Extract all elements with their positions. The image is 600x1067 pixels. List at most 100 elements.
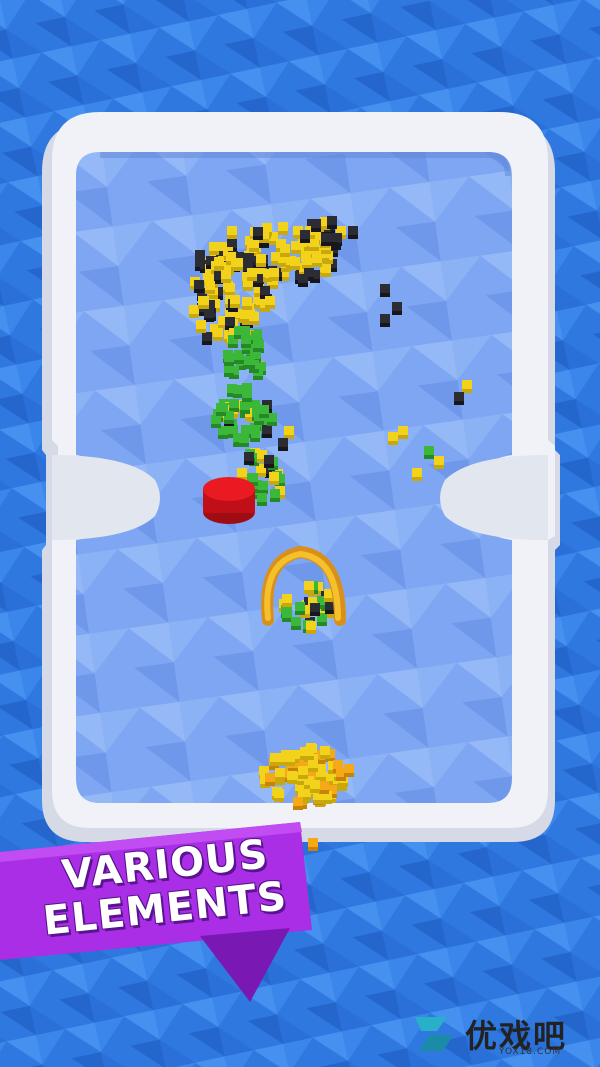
- cube-top: [280, 244, 290, 253]
- cube-top: [274, 789, 284, 798]
- cube-top: [202, 332, 212, 341]
- cube-top: [227, 226, 237, 235]
- cube-top: [216, 403, 226, 412]
- cube-top: [189, 305, 199, 314]
- cube-top: [214, 257, 224, 266]
- cube-top: [249, 239, 259, 248]
- cube-top: [229, 399, 239, 408]
- cube-top: [241, 425, 251, 434]
- cube-top: [392, 302, 402, 311]
- cube-top: [295, 602, 305, 611]
- cube-top: [265, 773, 275, 782]
- cube-top: [304, 747, 314, 756]
- cube-top: [204, 309, 214, 318]
- cube-top: [241, 335, 251, 344]
- cube-top: [270, 753, 280, 762]
- cube-top: [380, 284, 390, 293]
- cube-top: [327, 216, 337, 225]
- cube-top: [245, 356, 255, 365]
- cube-top: [380, 314, 390, 323]
- cube-top: [194, 280, 204, 289]
- cube-top: [310, 603, 320, 612]
- cube-top: [237, 468, 247, 477]
- cube-top: [308, 838, 318, 847]
- cube-top: [209, 242, 219, 251]
- cube-top: [265, 296, 275, 305]
- cube-top: [247, 268, 257, 277]
- cube-top: [260, 286, 270, 295]
- cube-top: [279, 753, 289, 762]
- cube-top: [240, 401, 250, 410]
- cube-top: [328, 233, 338, 242]
- cube-top: [434, 456, 444, 465]
- cube-top: [259, 405, 269, 414]
- cube-top: [249, 312, 259, 321]
- cube-top: [344, 764, 354, 773]
- cube-top: [398, 426, 408, 435]
- cube-top: [300, 230, 310, 239]
- cube-top: [205, 281, 215, 290]
- cube-top: [244, 452, 254, 461]
- cube-top: [233, 385, 243, 394]
- cube-top: [228, 425, 238, 434]
- cube-top: [308, 759, 318, 768]
- cube-top: [412, 468, 422, 477]
- cube-top: [275, 768, 285, 777]
- cube-top: [309, 238, 319, 247]
- cube-top: [301, 788, 311, 797]
- cube-top: [333, 760, 343, 769]
- cube-top: [253, 227, 263, 236]
- cube-top: [269, 472, 279, 481]
- cube-top: [242, 389, 252, 398]
- cube-top: [211, 415, 221, 424]
- cube-top: [256, 254, 266, 263]
- cube-top: [270, 489, 280, 498]
- cube-top: [282, 594, 292, 603]
- cube-top: [248, 473, 258, 482]
- cube-top: [321, 264, 331, 273]
- cube-top: [424, 446, 434, 455]
- cube-top: [302, 256, 312, 265]
- cube-top: [348, 226, 358, 235]
- cube-top: [278, 438, 288, 447]
- cube-top: [195, 250, 205, 259]
- cube-top: [311, 219, 321, 228]
- cube-top: [251, 331, 261, 340]
- cube-top: [227, 239, 237, 248]
- cube-top: [278, 222, 288, 231]
- cube-top: [234, 326, 244, 335]
- cube-top: [454, 392, 464, 401]
- cube-top: [298, 274, 308, 283]
- cube-top: [240, 310, 250, 319]
- cube-top: [230, 295, 240, 304]
- cube-top: [320, 746, 330, 755]
- cube-top: [225, 283, 235, 292]
- cube-top: [225, 317, 235, 326]
- logo-icon: [415, 1017, 453, 1051]
- cube-top: [257, 493, 267, 502]
- cube-top: [239, 434, 249, 443]
- watermark: 优戏吧 YOX18.COM: [407, 1011, 592, 1059]
- cube-top: [304, 581, 314, 590]
- cube-top: [198, 296, 208, 305]
- cube-top: [196, 320, 206, 329]
- cube-top: [253, 339, 263, 348]
- cube-top: [231, 258, 241, 267]
- cube-top: [291, 617, 301, 626]
- cube-top: [312, 254, 322, 263]
- cube-top: [221, 270, 231, 279]
- cube-top: [213, 328, 223, 337]
- cube-top: [293, 797, 303, 806]
- cube-top: [462, 380, 472, 389]
- ball-icon[interactable]: [203, 477, 255, 524]
- cube-top: [291, 241, 301, 250]
- cube-top: [264, 455, 274, 464]
- cube-top: [310, 780, 320, 789]
- cube-top: [287, 771, 297, 780]
- cube-top: [262, 425, 272, 434]
- cube-top: [258, 481, 268, 490]
- cube-top: [242, 297, 252, 306]
- watermark-url: YOX18.COM: [499, 1047, 562, 1057]
- cube-top: [306, 621, 316, 630]
- cube-top: [388, 432, 398, 441]
